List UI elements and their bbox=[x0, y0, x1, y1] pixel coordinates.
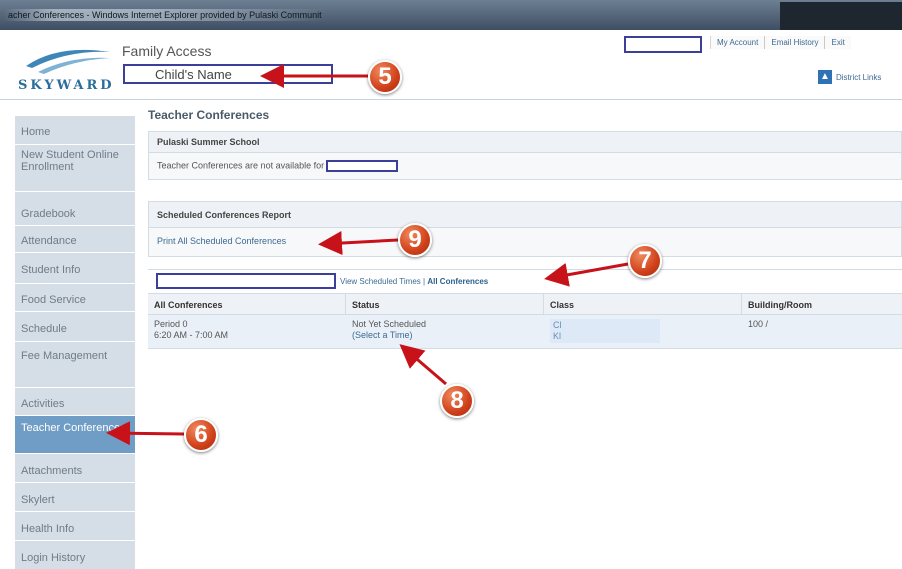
conferences-table: View Scheduled Times | All Conferences A… bbox=[148, 269, 902, 349]
annotation-badge-8: 8 bbox=[440, 384, 474, 418]
link-separator: | bbox=[423, 277, 426, 286]
user-name-box bbox=[624, 36, 702, 53]
sidebar-item-food-service[interactable]: Food Service bbox=[15, 288, 135, 312]
school-panel-heading: Pulaski Summer School bbox=[149, 132, 901, 153]
annotation-badge-7: 7 bbox=[628, 244, 662, 278]
sidebar-item-fee-management[interactable]: Fee Management bbox=[15, 344, 135, 388]
sidebar-item-gradebook[interactable]: Gradebook bbox=[15, 202, 135, 226]
my-account-link[interactable]: My Account bbox=[710, 36, 765, 49]
class-line-1: Cl bbox=[553, 320, 562, 330]
not-available-message: Teacher Conferences are not available fo… bbox=[157, 160, 325, 171]
titlebar-dark-region bbox=[780, 2, 902, 30]
all-conferences-link[interactable]: All Conferences bbox=[427, 277, 488, 286]
sidebar-item-schedule[interactable]: Schedule bbox=[15, 316, 135, 342]
sidebar-item-login-history[interactable]: Login History bbox=[15, 546, 135, 569]
student-name-box bbox=[326, 160, 399, 172]
sidebar-item-health-info[interactable]: Health Info bbox=[15, 517, 135, 541]
sidebar-item-home[interactable]: Home bbox=[15, 118, 135, 145]
sidebar-item-skylert[interactable]: Skylert bbox=[15, 488, 135, 512]
email-history-link[interactable]: Email History bbox=[764, 36, 825, 49]
district-links-icon: ▲ bbox=[818, 70, 832, 84]
table-toolbar: View Scheduled Times | All Conferences bbox=[148, 269, 902, 293]
skyward-logo[interactable]: SKYWARD bbox=[18, 78, 115, 93]
app-title: Family Access bbox=[122, 43, 212, 59]
period-label: Period 0 bbox=[154, 319, 188, 329]
select-a-time-link[interactable]: (Select a Time) bbox=[352, 330, 413, 340]
page-title: Teacher Conferences bbox=[148, 108, 270, 122]
class-cell: Cl Kl bbox=[544, 315, 742, 348]
period-time: 6:20 AM - 7:00 AM bbox=[154, 330, 229, 340]
annotation-badge-6: 6 bbox=[184, 418, 218, 452]
school-panel: Pulaski Summer School Teacher Conference… bbox=[148, 131, 902, 180]
sidebar-item-activities[interactable]: Activities bbox=[15, 392, 135, 416]
print-all-scheduled-link[interactable]: Print All Scheduled Conferences bbox=[157, 236, 286, 246]
exit-link[interactable]: Exit bbox=[824, 36, 851, 49]
period-cell: Period 0 6:20 AM - 7:00 AM bbox=[148, 315, 346, 348]
report-panel-heading: Scheduled Conferences Report bbox=[149, 202, 901, 228]
student-filter-box[interactable] bbox=[156, 273, 336, 289]
school-panel-body: Teacher Conferences are not available fo… bbox=[149, 153, 901, 179]
class-line-2: Kl bbox=[553, 331, 562, 341]
district-links[interactable]: ▲ District Links bbox=[818, 70, 881, 84]
sidebar-nav: Home New Student Online Enrollment Grade… bbox=[15, 116, 135, 569]
status-text: Not Yet Scheduled bbox=[352, 319, 427, 329]
annotation-badge-9: 9 bbox=[398, 223, 432, 257]
room-cell: 100 / bbox=[748, 319, 769, 329]
annotation-badge-5: 5 bbox=[368, 60, 402, 94]
status-cell: Not Yet Scheduled (Select a Time) bbox=[346, 315, 544, 348]
sidebar-item-attendance[interactable]: Attendance bbox=[15, 229, 135, 253]
table-header: All Conferences Status Class Building/Ro… bbox=[148, 293, 902, 315]
table-row: Period 0 6:20 AM - 7:00 AM Not Yet Sched… bbox=[148, 315, 902, 349]
window-titlebar: acher Conferences - Windows Internet Exp… bbox=[0, 0, 902, 30]
view-scheduled-times-link[interactable]: View Scheduled Times bbox=[340, 277, 421, 286]
report-panel-body: Print All Scheduled Conferences bbox=[149, 228, 901, 256]
window-title: acher Conferences - Windows Internet Exp… bbox=[4, 9, 326, 21]
table-view-links: View Scheduled Times | All Conferences bbox=[340, 277, 488, 286]
child-name[interactable]: Child's Name bbox=[155, 67, 232, 82]
class-info[interactable]: Cl Kl bbox=[550, 319, 660, 343]
sidebar-item-attachments[interactable]: Attachments bbox=[15, 459, 135, 483]
column-header-status[interactable]: Status bbox=[346, 294, 544, 314]
report-panel: Scheduled Conferences Report Print All S… bbox=[148, 201, 902, 257]
column-header-class[interactable]: Class bbox=[544, 294, 742, 314]
arrow-8 bbox=[399, 344, 447, 386]
column-header-all-conferences[interactable]: All Conferences bbox=[148, 294, 346, 314]
column-header-building-room[interactable]: Building/Room bbox=[742, 294, 902, 314]
district-links-label: District Links bbox=[836, 72, 882, 82]
top-links: My Account Email History Exit bbox=[710, 36, 851, 49]
sidebar-item-new-student-enrollment[interactable]: New Student Online Enrollment bbox=[15, 146, 135, 192]
sidebar-item-student-info[interactable]: Student Info bbox=[15, 258, 135, 284]
sidebar-item-teacher-conferences[interactable]: Teacher Conferences bbox=[15, 416, 135, 454]
